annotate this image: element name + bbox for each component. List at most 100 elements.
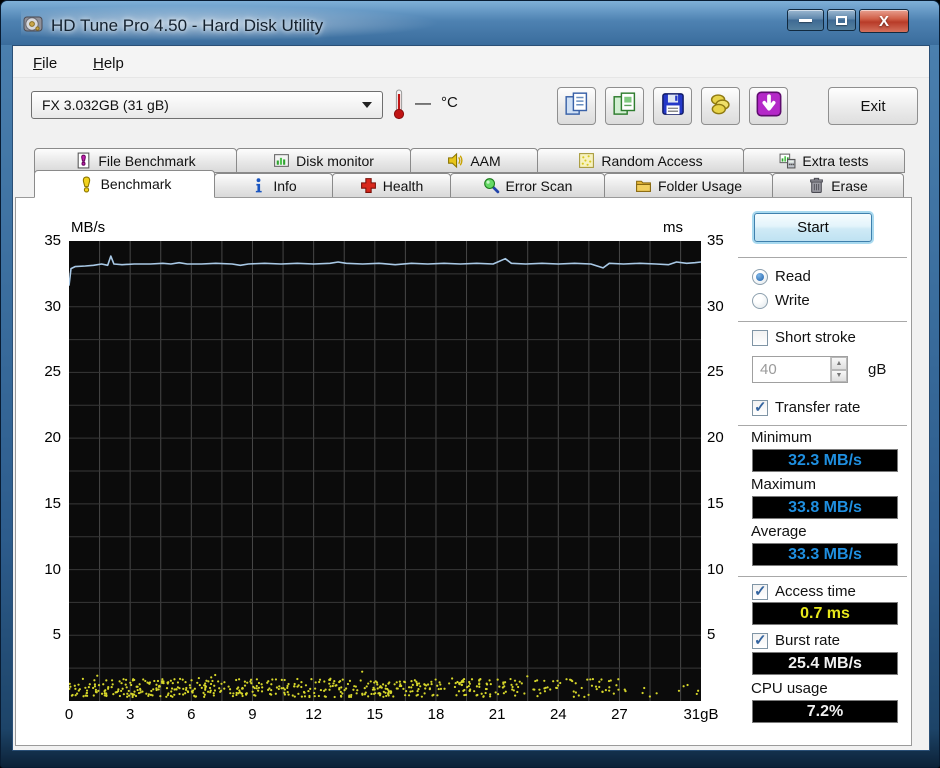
magnifier-icon: [483, 177, 500, 194]
temperature-value: —: [415, 95, 431, 112]
tab-error-scan[interactable]: Error Scan: [450, 173, 605, 198]
x-tick: 24: [549, 706, 567, 723]
minimum-value: 32.3 MB/s: [752, 449, 898, 472]
speaker-icon: [447, 152, 464, 169]
y-tick-right: 30: [707, 297, 724, 315]
y-tick-left: 30: [44, 297, 61, 315]
y-tick-left: 15: [44, 494, 61, 512]
info-icon: [250, 177, 267, 194]
x-tick: 12: [305, 706, 322, 723]
maximize-icon: [836, 15, 847, 25]
tab-benchmark[interactable]: Benchmark: [34, 170, 215, 198]
tab-label: Erase: [831, 177, 868, 194]
separator: [738, 576, 907, 578]
drive-selector-value: FX 3.032GB (31 gB): [42, 97, 169, 113]
y-tick-right: 20: [707, 429, 724, 447]
tab-row-primary: Benchmark Info Health Error Scan Folder Usag…: [34, 170, 904, 198]
start-button[interactable]: Start: [754, 213, 872, 242]
tab-label: AAM: [470, 152, 501, 169]
trash-icon: [808, 177, 825, 194]
burst-rate-label: Burst rate: [775, 632, 841, 649]
spinner-up-icon[interactable]: ▲: [831, 357, 847, 370]
drive-selector[interactable]: FX 3.032GB (31 gB): [31, 91, 383, 119]
options-button[interactable]: [701, 87, 740, 125]
disk-monitor-icon: [273, 152, 290, 169]
tab-erase[interactable]: Erase: [772, 173, 904, 198]
x-tick: 21: [488, 706, 506, 723]
average-label: Average: [751, 523, 807, 540]
read-label: Read: [775, 268, 811, 285]
checkbox-checked-icon: [752, 631, 768, 649]
y-tick-left: 20: [44, 429, 61, 447]
short-stroke-size-spinner[interactable]: 40 ▲ ▼: [752, 356, 848, 383]
menu-file[interactable]: File: [25, 52, 65, 75]
health-cross-icon: [360, 177, 377, 194]
maximize-button[interactable]: [827, 9, 856, 31]
minimum-label: Minimum: [751, 429, 812, 446]
tab-label: File Benchmark: [98, 152, 196, 169]
transfer-rate-label: Transfer rate: [775, 399, 861, 416]
short-stroke-checkbox[interactable]: Short stroke: [752, 329, 856, 346]
copy-screenshot-button[interactable]: [605, 87, 644, 125]
menu-help[interactable]: Help: [85, 52, 132, 75]
tab-random-access[interactable]: Random Access: [537, 148, 744, 173]
file-benchmark-icon: [75, 152, 92, 169]
tab-label: Extra tests: [802, 152, 869, 169]
tab-folder-usage[interactable]: Folder Usage: [604, 173, 773, 198]
tab-health[interactable]: Health: [332, 173, 451, 198]
y-tick-left: 35: [44, 232, 61, 249]
chevron-down-icon: [362, 102, 372, 108]
separator: [738, 257, 907, 259]
left-axis-unit: MB/s: [71, 219, 106, 236]
checkbox-checked-icon: [752, 582, 768, 600]
cpu-usage-value: 7.2%: [752, 700, 898, 723]
tab-aam[interactable]: AAM: [410, 148, 538, 173]
tab-label: Error Scan: [505, 177, 573, 194]
radio-unselected-icon: [752, 292, 768, 309]
transfer-rate-checkbox[interactable]: Transfer rate: [752, 398, 861, 416]
window-title: HD Tune Pro 4.50 - Hard Disk Utility: [51, 16, 324, 35]
close-button[interactable]: X: [859, 9, 909, 33]
checkbox-checked-icon: [752, 398, 768, 416]
tab-info[interactable]: Info: [214, 173, 333, 198]
extra-tests-icon: [779, 152, 796, 169]
benchmark-chart: [69, 241, 701, 701]
tab-label: Random Access: [601, 152, 703, 169]
y-tick-right: 5: [707, 626, 716, 644]
x-tick: 0: [64, 706, 74, 723]
write-label: Write: [775, 292, 810, 309]
write-radio[interactable]: Write: [752, 292, 810, 309]
y-tick-left: 25: [44, 363, 61, 381]
burst-rate-value: 25.4 MB/s: [752, 652, 898, 675]
spinner-buttons[interactable]: ▲ ▼: [830, 357, 847, 382]
copy-screenshot-icon: [612, 91, 638, 122]
hard-disk-icon: [23, 16, 43, 32]
check-updates-button[interactable]: [749, 87, 788, 125]
x-tick: 3: [125, 706, 135, 723]
folder-icon: [635, 177, 652, 194]
save-screenshot-button[interactable]: [653, 87, 692, 125]
access-time-checkbox[interactable]: Access time: [752, 582, 856, 600]
y-tick-left: 5: [52, 626, 61, 644]
download-icon: [755, 90, 783, 123]
tab-disk-monitor[interactable]: Disk monitor: [236, 148, 411, 173]
spinner-down-icon[interactable]: ▼: [831, 369, 847, 382]
random-access-icon: [578, 152, 595, 169]
exit-button[interactable]: Exit: [828, 87, 918, 125]
x-tick: 27: [611, 706, 628, 723]
short-stroke-size-value: 40: [760, 361, 777, 378]
read-radio[interactable]: Read: [752, 268, 811, 285]
minimize-button[interactable]: [787, 9, 824, 31]
temperature-unit: °C: [441, 94, 458, 111]
copy-info-button[interactable]: [557, 87, 596, 125]
tab-extra-tests[interactable]: Extra tests: [743, 148, 905, 173]
burst-rate-checkbox[interactable]: Burst rate: [752, 631, 841, 649]
exclamation-icon: [78, 176, 95, 193]
y-tick-left: 10: [44, 560, 61, 578]
x-tick: 15: [366, 706, 384, 723]
titlebar: HD Tune Pro 4.50 - Hard Disk Utility X: [1, 1, 939, 45]
tab-label: Benchmark: [100, 176, 172, 192]
access-time-value: 0.7 ms: [752, 602, 898, 625]
x-tick: 18: [427, 706, 445, 723]
hd-tune-window: HD Tune Pro 4.50 - Hard Disk Utility X F…: [0, 0, 940, 768]
